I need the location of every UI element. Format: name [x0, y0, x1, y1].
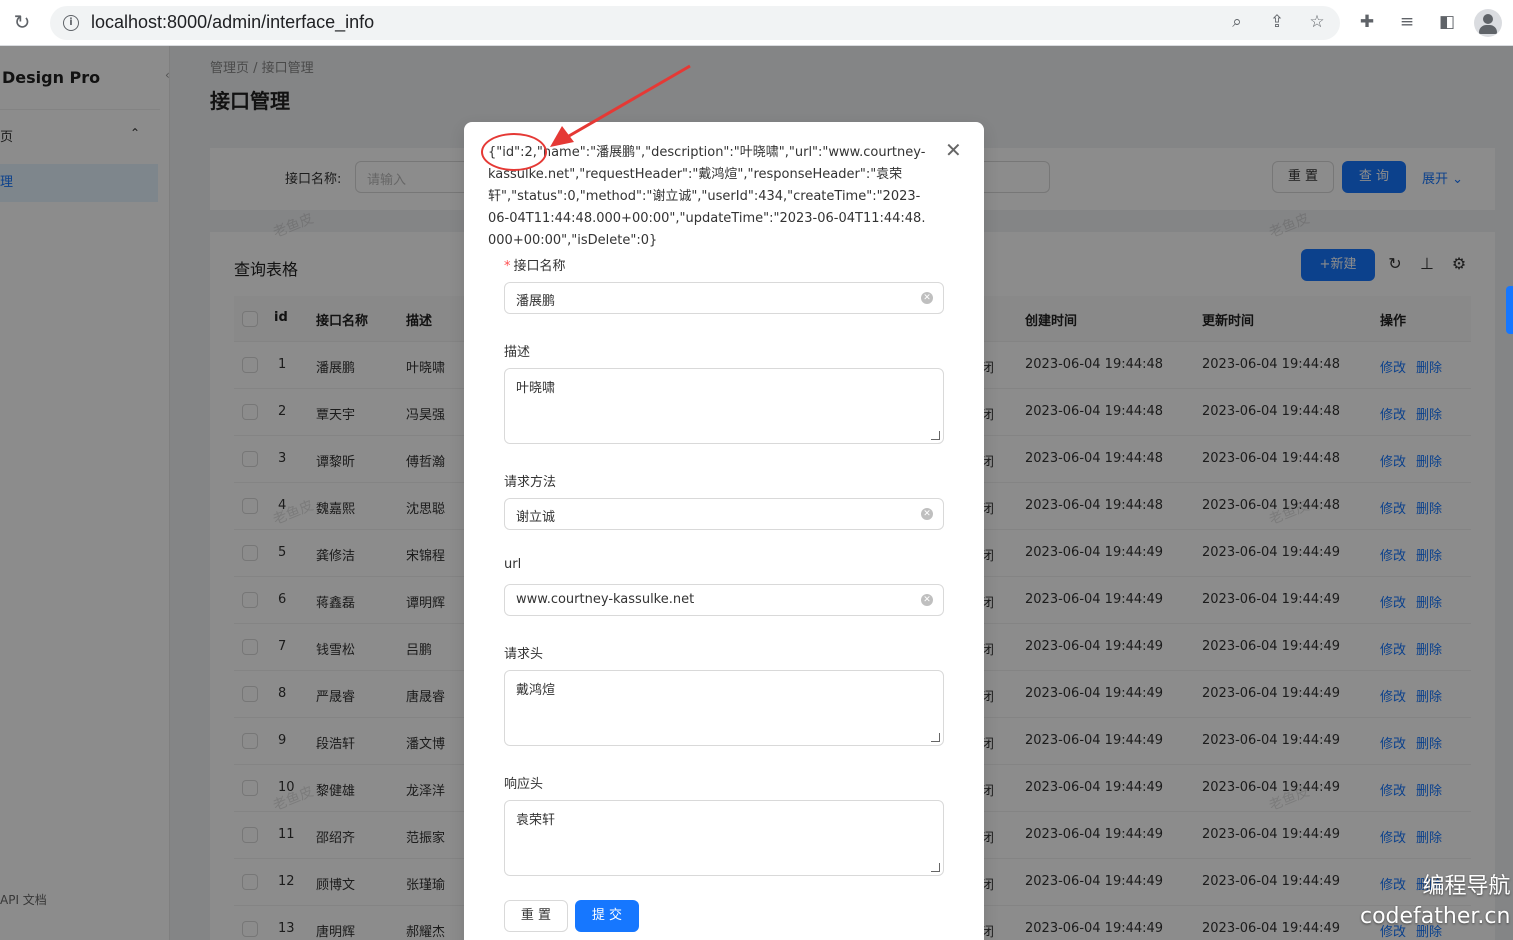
- clear-icon[interactable]: ✕: [921, 292, 933, 304]
- url-label: url: [504, 557, 522, 572]
- name-value: 潘展鹏: [516, 294, 556, 309]
- floating-tab[interactable]: [1506, 286, 1513, 334]
- request-header-value: 戴鸿煊: [516, 683, 556, 698]
- resize-handle-icon[interactable]: [931, 431, 940, 440]
- required-mark: *: [504, 259, 511, 274]
- method-value: 谢立诚: [516, 510, 556, 525]
- address-bar[interactable]: i localhost:8000/admin/interface_info: [50, 6, 1340, 40]
- close-icon[interactable]: ✕: [945, 138, 962, 162]
- brand-watermark: 编程导航 codefather.cn: [1360, 872, 1510, 932]
- request-header-textarea[interactable]: 戴鸿煊: [504, 670, 944, 746]
- url-text[interactable]: localhost:8000/admin/interface_info: [91, 12, 374, 33]
- modal-submit-button[interactable]: 提 交: [575, 900, 639, 932]
- side-panel-icon[interactable]: ◧: [1436, 11, 1458, 33]
- method-input[interactable]: 谢立诚 ✕: [504, 498, 944, 530]
- star-icon[interactable]: ☆: [1306, 11, 1328, 33]
- request-header-label: 请求头: [504, 647, 544, 662]
- annotation-arrow-icon: [550, 64, 691, 147]
- profile-avatar[interactable]: [1474, 9, 1502, 37]
- edit-modal: ✕ {"id":2,"name":"潘展鹏","description":"叶晓…: [464, 122, 984, 940]
- brand-line-1: 编程导航: [1422, 874, 1511, 899]
- url-value: www.courtney-kassulke.net: [516, 592, 695, 607]
- clear-icon[interactable]: ✕: [921, 508, 933, 520]
- name-label-text: 接口名称: [513, 259, 566, 274]
- description-value: 叶晓啸: [516, 381, 556, 396]
- response-header-value: 袁荣轩: [516, 813, 556, 828]
- response-header-textarea[interactable]: 袁荣轩: [504, 800, 944, 876]
- reload-icon[interactable]: ↻: [10, 10, 34, 34]
- record-json: {"id":2,"name":"潘展鹏","description":"叶晓啸"…: [488, 145, 926, 248]
- name-input[interactable]: 潘展鹏 ✕: [504, 282, 944, 314]
- url-input[interactable]: www.courtney-kassulke.net ✕: [504, 584, 944, 616]
- annotation-circle: [481, 133, 547, 171]
- browser-toolbar: ↻ i localhost:8000/admin/interface_info …: [0, 0, 1513, 46]
- modal-reset-button[interactable]: 重 置: [504, 900, 568, 932]
- zoom-icon[interactable]: ⌕: [1226, 11, 1248, 33]
- resize-handle-icon[interactable]: [931, 863, 940, 872]
- resize-handle-icon[interactable]: [931, 733, 940, 742]
- description-label: 描述: [504, 345, 531, 360]
- brand-line-2: codefather.cn: [1360, 904, 1511, 929]
- reading-list-icon[interactable]: ≡: [1396, 11, 1418, 33]
- info-icon[interactable]: i: [63, 15, 79, 31]
- share-icon[interactable]: ⇪: [1266, 11, 1288, 33]
- description-textarea[interactable]: 叶晓啸: [504, 368, 944, 444]
- name-label: * 接口名称: [504, 255, 566, 274]
- response-header-label: 响应头: [504, 777, 544, 792]
- extension-icon[interactable]: ✚: [1356, 11, 1378, 33]
- method-label: 请求方法: [504, 475, 557, 490]
- clear-icon[interactable]: ✕: [921, 594, 933, 606]
